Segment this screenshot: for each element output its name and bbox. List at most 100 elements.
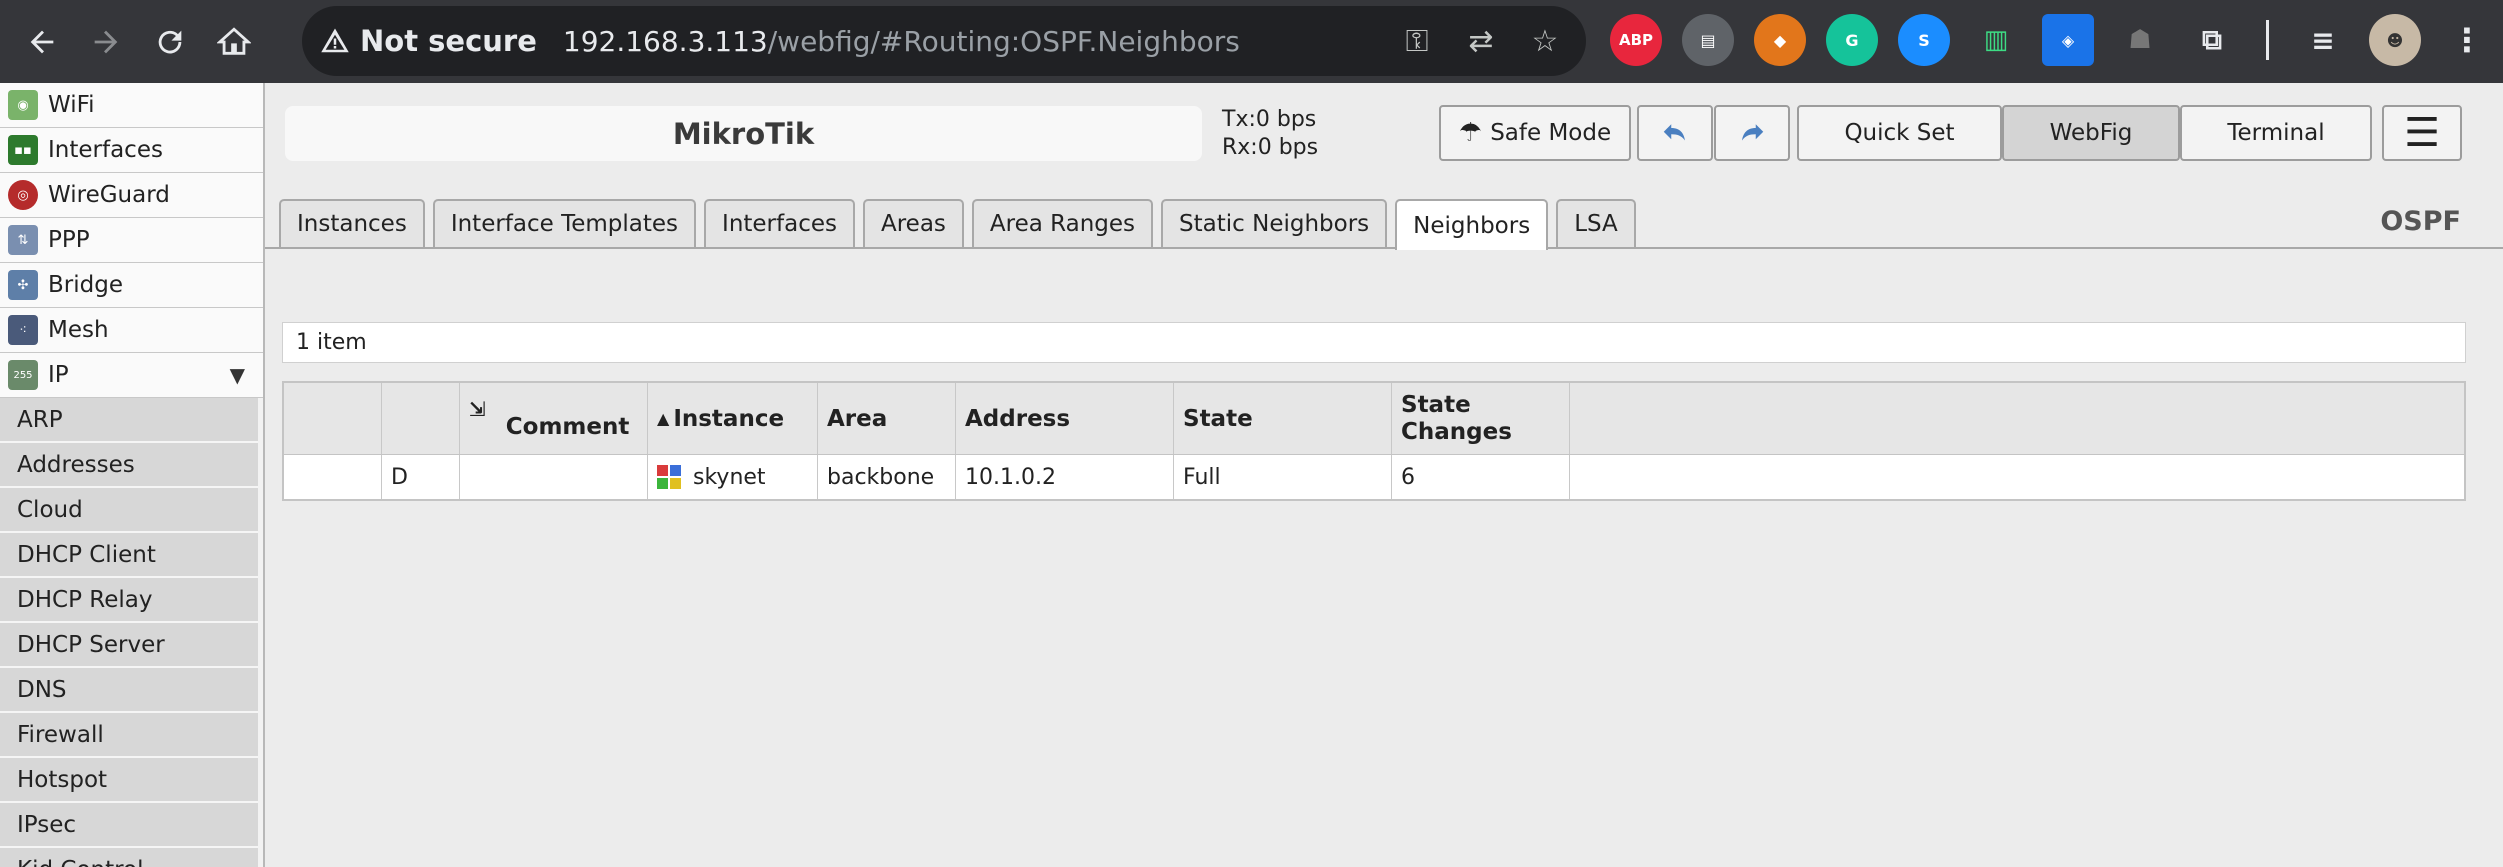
security-chip[interactable]: Not secure xyxy=(320,24,537,58)
url-path: /webfig/#Routing:OSPF.Neighbors xyxy=(767,24,1240,58)
forward-icon[interactable] xyxy=(78,14,134,70)
column-header-blank[interactable] xyxy=(284,383,382,454)
grammarly-icon[interactable]: G xyxy=(1826,14,1878,66)
redo-icon xyxy=(1742,124,1764,141)
row-instance: skynet xyxy=(648,455,818,499)
column-header-flags[interactable] xyxy=(382,383,460,454)
undo-button[interactable] xyxy=(1637,105,1713,161)
sidebar-subitem-kid-control[interactable]: Kid Control xyxy=(0,848,258,867)
mesh-icon: ⁖ xyxy=(8,315,38,345)
security-label: Not secure xyxy=(360,24,537,58)
shazam-icon[interactable]: S xyxy=(1898,14,1950,66)
tab-interface-templates[interactable]: Interface Templates xyxy=(432,199,697,247)
terminal-button[interactable]: Terminal xyxy=(2180,105,2372,161)
column-header-instance[interactable]: ▲ Instance xyxy=(648,383,818,454)
tab-area-ranges[interactable]: Area Ranges xyxy=(971,199,1154,247)
key-icon[interactable]: ⚿ xyxy=(1396,20,1438,62)
webfig-button[interactable]: WebFig xyxy=(2002,105,2180,161)
bridge-icon: ✣ xyxy=(8,270,38,300)
item-count: 1 item xyxy=(282,322,2466,363)
safe-mode-button[interactable]: ☂ Safe Mode xyxy=(1439,105,1631,161)
interfaces-icon: ▪▪ xyxy=(8,135,38,165)
sidebar-item-label: PPP xyxy=(48,227,90,253)
redo-button[interactable] xyxy=(1714,105,1790,161)
wifi-icon: ◉ xyxy=(8,90,38,120)
sidebar-subitem-firewall[interactable]: Firewall xyxy=(0,713,258,758)
rx-rate: Rx:0 bps xyxy=(1222,135,1319,160)
umbrella-icon: ☂ xyxy=(1458,118,1483,148)
address-bar[interactable]: Not secure 192.168.3.113/webfig/#Routing… xyxy=(302,6,1586,76)
reload-icon[interactable] xyxy=(142,14,198,70)
safe-mode-label: Safe Mode xyxy=(1490,120,1612,146)
sidebar-item-wireguard[interactable]: ◎ WireGuard xyxy=(0,173,263,218)
sidebar-subitem-hotspot[interactable]: Hotspot xyxy=(0,758,258,803)
ppp-icon: ⇅ xyxy=(8,225,38,255)
translate-icon[interactable]: ⇄ xyxy=(1460,20,1502,62)
neighbors-table: ⇲ Comment ▲ Instance Area Address State … xyxy=(282,381,2466,501)
section-title: OSPF xyxy=(2380,206,2461,237)
media-icon[interactable]: ≡ xyxy=(2297,14,2349,66)
sidebar-subitem-dhcp-relay[interactable]: DHCP Relay xyxy=(0,578,258,623)
star-icon[interactable]: ☆ xyxy=(1524,20,1566,62)
adblock-icon[interactable]: ABP xyxy=(1610,14,1662,66)
row-address: 10.1.0.2 xyxy=(956,455,1174,499)
back-icon[interactable] xyxy=(14,14,70,70)
sidebar-item-label: Bridge xyxy=(48,272,123,298)
sidebar-item-label: WireGuard xyxy=(48,182,170,208)
url-text[interactable]: 192.168.3.113/webfig/#Routing:OSPF.Neigh… xyxy=(563,25,1240,58)
home-icon[interactable] xyxy=(206,14,262,70)
sidebar-item-label: Mesh xyxy=(48,317,109,343)
menu-dots-icon[interactable]: ⋮ xyxy=(2441,14,2493,66)
column-header-filler xyxy=(1570,383,2464,454)
warning-icon xyxy=(321,28,349,53)
column-header-address[interactable]: Address xyxy=(956,383,1174,454)
row-flag: D xyxy=(382,455,460,499)
tab-instances[interactable]: Instances xyxy=(279,199,425,247)
browser-toolbar: Not secure 192.168.3.113/webfig/#Routing… xyxy=(0,0,2503,83)
sidebar-item-label: Interfaces xyxy=(48,137,163,163)
row-comment xyxy=(460,455,648,499)
sidebar-item-ppp[interactable]: ⇅ PPP xyxy=(0,218,263,263)
printer-icon[interactable]: ▤ xyxy=(1682,14,1734,66)
fox-icon[interactable]: ◆ xyxy=(1754,14,1806,66)
column-label: State Changes xyxy=(1401,391,1512,445)
sidebar-subitem-dhcp-client[interactable]: DHCP Client xyxy=(0,533,258,578)
extensions-icon[interactable]: ⧉ xyxy=(2186,14,2238,66)
column-header-state-changes[interactable]: State Changes xyxy=(1392,383,1570,454)
quick-set-button[interactable]: Quick Set xyxy=(1797,105,2002,161)
sidebar-item-wifi[interactable]: ◉ WiFi xyxy=(0,83,263,128)
table-row[interactable]: D skynet backbone 10.1.0.2 Full 6 xyxy=(284,455,2464,499)
hamburger-icon: ☰ xyxy=(2404,110,2440,156)
memory-icon[interactable]: ▥ xyxy=(1970,14,2022,66)
avatar[interactable]: ☻ xyxy=(2369,14,2421,66)
column-header-comment[interactable]: ⇲ Comment xyxy=(460,383,648,454)
sidebar-item-mesh[interactable]: ⁖ Mesh xyxy=(0,308,263,353)
sidebar-item-label: IP xyxy=(48,362,69,388)
tab-areas[interactable]: Areas xyxy=(863,199,964,247)
sort-asc-icon: ▲ xyxy=(657,409,670,428)
menu-button[interactable]: ☰ xyxy=(2382,105,2462,161)
row-state-changes: 6 xyxy=(1392,455,1570,499)
tab-static-neighbors[interactable]: Static Neighbors xyxy=(1161,199,1388,247)
sidebar: ◉ WiFi ▪▪ Interfaces ◎ WireGuard ⇅ PPP ✣… xyxy=(0,83,265,867)
tab-lsa[interactable]: LSA xyxy=(1556,199,1636,247)
robot-icon[interactable]: ☗ xyxy=(2114,14,2166,66)
wireguard-icon: ◎ xyxy=(8,180,38,210)
sidebar-subitem-dns[interactable]: DNS xyxy=(0,668,258,713)
column-header-area[interactable]: Area xyxy=(818,383,956,454)
sidebar-subitem-cloud[interactable]: Cloud xyxy=(0,488,258,533)
sidebar-subitem-arp[interactable]: ARP xyxy=(0,398,258,443)
sidebar-item-interfaces[interactable]: ▪▪ Interfaces xyxy=(0,128,263,173)
tab-neighbors[interactable]: Neighbors xyxy=(1395,199,1549,250)
tab-interfaces[interactable]: Interfaces xyxy=(704,199,855,247)
cube-icon[interactable]: ◈ xyxy=(2042,14,2094,66)
comment-toggle-icon[interactable]: ⇲ xyxy=(469,397,486,421)
sidebar-item-bridge[interactable]: ✣ Bridge xyxy=(0,263,263,308)
sidebar-subitem-addresses[interactable]: Addresses xyxy=(0,443,258,488)
column-label: Comment xyxy=(505,414,630,440)
sidebar-subitem-dhcp-server[interactable]: DHCP Server xyxy=(0,623,258,668)
toolbar-divider xyxy=(2266,20,2269,60)
column-header-state[interactable]: State xyxy=(1174,383,1392,454)
sidebar-item-ip[interactable]: 255 IP ▼ xyxy=(0,353,263,398)
sidebar-subitem-ipsec[interactable]: IPsec xyxy=(0,803,258,848)
